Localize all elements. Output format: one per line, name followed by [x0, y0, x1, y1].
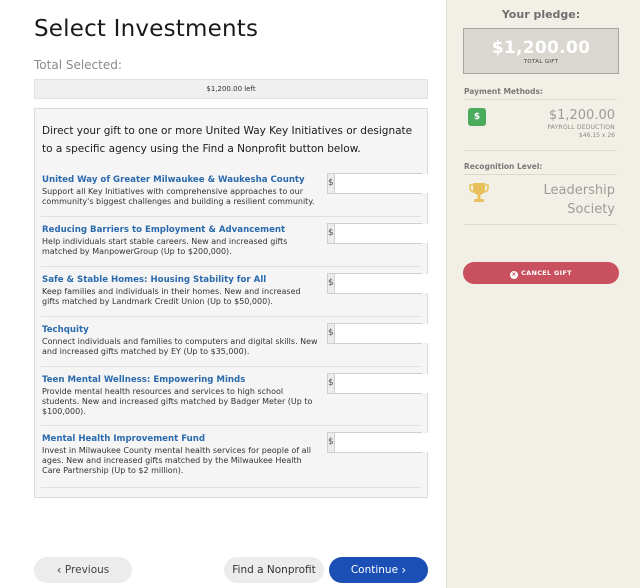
row-divider — [41, 366, 421, 367]
pledge-total-box: $1,200.00 TOTAL GIFT — [463, 28, 619, 74]
initiative-name: United Way of Greater Milwaukee & Waukes… — [42, 175, 305, 185]
amount-input[interactable] — [334, 274, 461, 293]
amount-input[interactable] — [334, 374, 461, 393]
total-selected-label: Total Selected: — [34, 58, 122, 72]
trophy-icon — [469, 183, 489, 202]
amount-field[interactable]: $ — [327, 223, 461, 244]
currency-symbol: $ — [328, 224, 335, 243]
pledge-sidebar: Your pledge: $1,200.00 TOTAL GIFT Paymen… — [446, 0, 640, 588]
pledge-amount: $1,200.00 — [491, 38, 591, 58]
allocation-progress-bar: $1,200.00 left — [34, 79, 428, 99]
payment-amount: $1,200.00 — [548, 108, 615, 123]
row-divider — [41, 216, 421, 217]
amount-field[interactable]: $ — [327, 323, 461, 344]
allocation-intro: Direct your gift to one or more United W… — [42, 125, 413, 155]
recognition-level-label: Recognition Level: — [464, 162, 543, 171]
main-content: Select Investments Total Selected: $1,20… — [0, 0, 461, 588]
payment-type: PAYROLL DEDUCTION — [547, 124, 615, 131]
initiative-name: Teen Mental Wellness: Empowering Minds — [42, 375, 246, 385]
amount-field[interactable]: $ — [327, 373, 461, 394]
continue-label: Continue — [350, 564, 399, 576]
chevron-left-icon: ‹ — [56, 563, 62, 577]
currency-symbol: $ — [328, 174, 335, 193]
pledge-title: Your pledge: — [501, 8, 581, 21]
find-nonprofit-button[interactable]: Find a Nonprofit — [224, 557, 324, 583]
amount-input[interactable] — [334, 224, 461, 243]
amount-input[interactable] — [334, 324, 461, 343]
initiative-description: Help individuals start stable careers. N… — [42, 237, 288, 256]
initiative-name: Safe & Stable Homes: Housing Stability f… — [42, 275, 267, 285]
currency-symbol: $ — [328, 374, 335, 393]
payment-calculation: $46.15 x 26 — [579, 132, 615, 139]
allocation-panel: Direct your gift to one or more United W… — [34, 108, 461, 498]
row-divider — [41, 266, 421, 267]
recognition-level: Leadership Society — [543, 183, 615, 217]
amount-field[interactable]: $ — [327, 273, 461, 294]
section-divider — [464, 150, 617, 151]
currency-symbol: $ — [328, 274, 335, 293]
initiative-description: Keep families and individuals in their h… — [42, 287, 301, 306]
initiative-description: Invest in Milwaukee County mental health… — [42, 446, 312, 475]
currency-symbol: $ — [328, 433, 335, 452]
previous-button[interactable]: ‹ Previous — [34, 557, 132, 583]
amount-input[interactable] — [334, 433, 461, 452]
page-title: Select Investments — [34, 16, 259, 42]
section-divider — [464, 99, 617, 100]
amount-field[interactable]: $ — [327, 173, 461, 194]
remaining-amount-text: $1,200.00 left — [206, 85, 256, 93]
close-icon: × — [510, 271, 519, 279]
amount-field[interactable]: $ — [327, 432, 461, 453]
section-divider — [464, 174, 617, 175]
row-divider — [41, 425, 421, 426]
row-divider — [41, 487, 421, 488]
cancel-gift-label: CANCEL GIFT — [521, 269, 572, 277]
chevron-right-icon: › — [401, 563, 407, 577]
payment-methods-label: Payment Methods: — [464, 87, 543, 96]
pledge-sub-label: TOTAL GIFT — [523, 59, 559, 65]
initiative-name: Mental Health Improvement Fund — [42, 434, 206, 444]
currency-symbol: $ — [328, 324, 335, 343]
initiative-description: Support all Key Initiatives with compreh… — [42, 187, 315, 206]
initiative-description: Provide mental health resources and serv… — [42, 387, 313, 416]
cancel-gift-button[interactable]: × CANCEL GIFT — [463, 262, 619, 284]
previous-label: Previous — [64, 564, 110, 576]
find-nonprofit-label: Find a Nonprofit — [232, 564, 316, 576]
continue-button[interactable]: Continue › — [329, 557, 428, 583]
initiative-description: Connect individuals and families to comp… — [42, 337, 318, 356]
initiative-name: Reducing Barriers to Employment & Advanc… — [42, 225, 286, 235]
row-divider — [41, 316, 421, 317]
amount-input[interactable] — [334, 174, 461, 193]
initiative-name: Techquity — [42, 325, 89, 335]
section-divider — [464, 224, 617, 225]
dollar-icon: $ — [468, 108, 486, 126]
